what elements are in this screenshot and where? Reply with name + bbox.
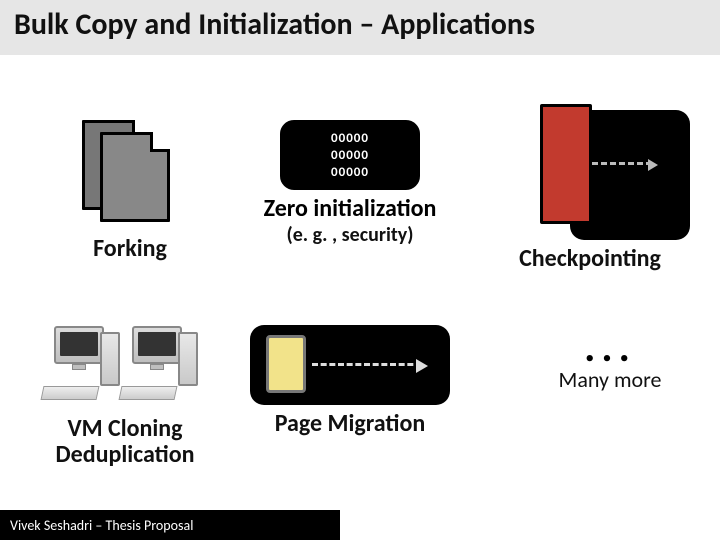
vm-label-1: VM Cloning <box>20 416 230 442</box>
many-more-label: Many more <box>520 366 700 393</box>
title-band: Bulk Copy and Initialization – Applicati… <box>0 0 720 55</box>
page-migration-icon <box>250 325 450 405</box>
footer-bar: Vivek Seshadri – Thesis Proposal <box>0 510 340 540</box>
checkpointing-icon <box>490 110 690 240</box>
page-icon <box>266 335 306 393</box>
slide: Bulk Copy and Initialization – Applicati… <box>0 0 720 540</box>
vm-label-2: Deduplication <box>20 442 230 468</box>
many-more-cell: ... Many more <box>520 335 700 393</box>
vm-cloning-icon <box>40 320 210 410</box>
zero-line-2: 00000 <box>331 165 369 180</box>
checkpointing-cell: Checkpointing <box>480 110 700 272</box>
slide-title: Bulk Copy and Initialization – Applicati… <box>14 8 706 43</box>
forking-label: Forking <box>30 236 230 262</box>
content-area: Forking 00000 00000 00000 Zero initializ… <box>0 110 720 500</box>
zero-box-icon: 00000 00000 00000 <box>280 120 420 190</box>
page-migration-label: Page Migration <box>240 411 460 437</box>
page-migration-cell: Page Migration <box>240 325 460 437</box>
forking-cell: Forking <box>30 120 230 262</box>
zero-line-1: 00000 <box>331 148 369 163</box>
arrow-icon <box>312 363 422 366</box>
zero-init-label: Zero initialization <box>235 194 465 223</box>
zero-init-cell: 00000 00000 00000 Zero initialization (e… <box>235 120 465 247</box>
zero-line-0: 00000 <box>331 131 369 146</box>
arrow-icon <box>592 162 652 165</box>
computer-icon <box>118 326 198 406</box>
vm-cell: VM Cloning Deduplication <box>20 320 230 469</box>
zero-init-sub: (e. g. , security) <box>235 223 465 247</box>
ellipsis-icon: ... <box>520 335 700 360</box>
forking-icon <box>70 120 190 230</box>
checkpointing-label: Checkpointing <box>480 246 700 272</box>
footer-text: Vivek Seshadri – Thesis Proposal <box>10 517 193 534</box>
page-front-icon <box>100 132 170 222</box>
computer-icon <box>40 326 120 406</box>
